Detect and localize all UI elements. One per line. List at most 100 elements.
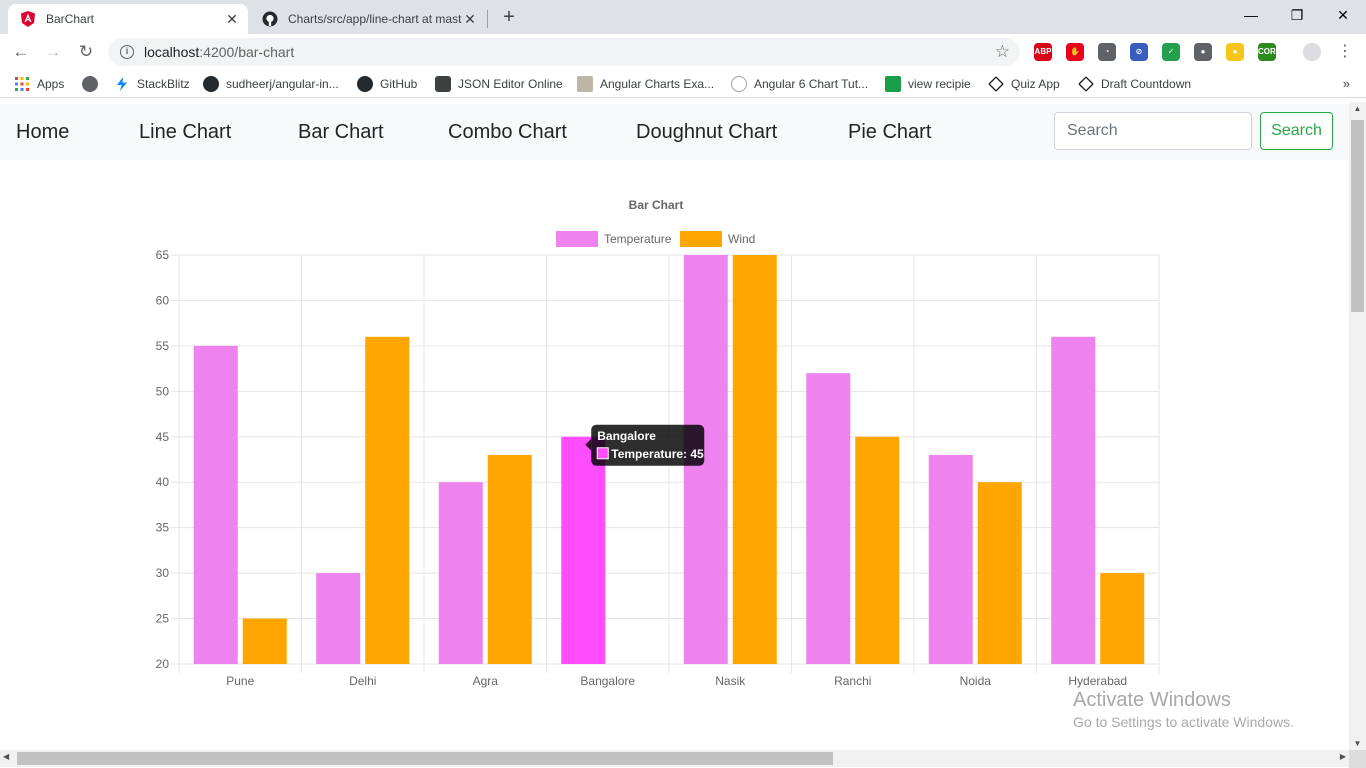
- y-tick-label: 45: [156, 430, 170, 444]
- json-editor-icon: [435, 76, 451, 92]
- tab-divider: [487, 10, 488, 28]
- bar-chart: Bar Chart Temperature Wind 20 25 30 35 40 45 50…: [156, 198, 1160, 688]
- close-window-button[interactable]: ✕: [1320, 0, 1366, 30]
- bookmark-globe[interactable]: [82, 76, 105, 92]
- url-host: localhost: [144, 44, 200, 60]
- activate-windows-subtitle: Go to Settings to activate Windows.: [1073, 714, 1294, 730]
- tab-close-icon[interactable]: ✕: [224, 11, 240, 27]
- y-tick-label: 30: [156, 566, 170, 580]
- x-tick-label: Nasik: [715, 674, 746, 688]
- y-tick-label: 40: [156, 475, 170, 489]
- chart-tooltip: Bangalore Temperature: 45: [585, 424, 705, 466]
- minimize-button[interactable]: —: [1228, 0, 1274, 30]
- bulb-dark-icon[interactable]: ●: [1194, 43, 1212, 61]
- info-icon[interactable]: i: [120, 45, 134, 59]
- bookmark-quiz-app[interactable]: Quiz App: [988, 76, 1060, 92]
- x-tick-label: Bangalore: [580, 674, 635, 688]
- bookmark-star-icon[interactable]: ☆: [995, 42, 1010, 62]
- angular-icon: [20, 11, 36, 27]
- bar-temperature-pune: [193, 345, 238, 664]
- bookmark-view-recipie[interactable]: view recipie: [885, 76, 971, 92]
- y-tick-label: 60: [156, 293, 170, 307]
- nav-doughnut-chart[interactable]: Doughnut Chart: [636, 121, 777, 144]
- bookmark-draft-countdown[interactable]: Draft Countdown: [1078, 76, 1191, 92]
- bookmark-github[interactable]: GitHub: [357, 76, 417, 92]
- search-button[interactable]: Search: [1260, 112, 1333, 150]
- page-icon: [577, 76, 593, 92]
- bookmarks-overflow-icon[interactable]: »: [1343, 76, 1350, 91]
- restore-button[interactable]: ❐: [1274, 0, 1320, 30]
- browser-toolbar: ← → ↻ i localhost:4200/bar-chart ☆ ABP ✋ ◔…: [0, 34, 1366, 70]
- tooltip-title: Bangalore: [597, 429, 656, 443]
- codepen-icon: [988, 76, 1004, 92]
- nav-pie-chart[interactable]: Pie Chart: [848, 121, 931, 144]
- tab-barchart[interactable]: BarChart ✕: [8, 4, 248, 34]
- globe-icon: [82, 76, 98, 92]
- x-tick-label: Hyderabad: [1068, 674, 1127, 688]
- vertical-scroll-thumb[interactable]: [1351, 120, 1364, 312]
- bookmarks-bar: Apps StackBlitz sudheerj/angular-in... G…: [0, 70, 1366, 98]
- scroll-up-arrow-icon[interactable]: ▲: [1349, 104, 1366, 113]
- jsbin-icon: [885, 76, 901, 92]
- new-tab-button[interactable]: +: [498, 6, 520, 28]
- address-bar[interactable]: i localhost:4200/bar-chart ☆: [108, 38, 1020, 66]
- bookmark-angular6-chart[interactable]: Angular 6 Chart Tut...: [731, 76, 868, 92]
- reload-icon[interactable]: ↻: [75, 41, 97, 63]
- nav-home[interactable]: Home: [16, 121, 69, 144]
- bar-wind-nasik: [732, 255, 777, 664]
- bookmark-stackblitz[interactable]: StackBlitz: [114, 76, 190, 92]
- cors-icon[interactable]: CORS: [1258, 43, 1281, 61]
- bulb-icon[interactable]: ●: [1226, 43, 1244, 61]
- bar-temperature-ranchi: [806, 373, 851, 664]
- tab-github-charts[interactable]: Charts/src/app/line-chart at mast ✕: [250, 4, 486, 34]
- tab-title: Charts/src/app/line-chart at mast: [288, 12, 462, 26]
- bar-wind-ranchi: [855, 436, 900, 664]
- nav-combo-chart[interactable]: Combo Chart: [448, 121, 567, 144]
- y-tick-label: 20: [156, 657, 170, 671]
- tab-title: BarChart: [46, 12, 95, 26]
- back-arrow-icon[interactable]: ←: [10, 41, 32, 63]
- horizontal-scroll-thumb[interactable]: [17, 752, 833, 765]
- abp-icon[interactable]: ABP: [1034, 43, 1052, 61]
- gauge-icon[interactable]: ◔: [1098, 43, 1116, 61]
- y-tick-label: 55: [156, 339, 170, 353]
- bookmark-apps[interactable]: Apps: [14, 76, 64, 92]
- vertical-scrollbar[interactable]: ▲ ▼: [1349, 102, 1366, 750]
- scroll-down-arrow-icon[interactable]: ▼: [1349, 739, 1366, 748]
- search-input[interactable]: [1054, 112, 1252, 150]
- tab-close-icon[interactable]: ✕: [462, 11, 478, 27]
- block-icon[interactable]: ⊘: [1130, 43, 1148, 61]
- chart-title: Bar Chart: [629, 198, 684, 212]
- bookmark-label: sudheerj/angular-in...: [226, 77, 339, 91]
- horizontal-scrollbar[interactable]: ◀ ▶: [0, 750, 1349, 767]
- scroll-left-arrow-icon[interactable]: ◀: [3, 752, 9, 761]
- bar-temperature-hyderabad: [1051, 336, 1096, 664]
- stackblitz-icon: [114, 76, 130, 92]
- codepen-icon: [1078, 76, 1094, 92]
- profile-avatar-icon[interactable]: [1303, 43, 1321, 61]
- bookmark-json-editor[interactable]: JSON Editor Online: [435, 76, 563, 92]
- github-icon: [262, 11, 278, 27]
- bar-wind-delhi: [365, 336, 410, 664]
- x-tick-label: Delhi: [349, 674, 376, 688]
- bar-wind-noida: [977, 482, 1022, 664]
- bookmark-label: StackBlitz: [137, 77, 190, 91]
- bookmark-sudheerj[interactable]: sudheerj/angular-in...: [203, 76, 339, 92]
- forward-arrow-icon[interactable]: →: [42, 41, 64, 63]
- menu-kebab-icon[interactable]: ⋮: [1334, 41, 1356, 63]
- stop-icon[interactable]: ✋: [1066, 43, 1084, 61]
- url-path: :4200/bar-chart: [199, 44, 295, 60]
- bar-temperature-bangalore: [561, 436, 606, 664]
- nav-bar-chart[interactable]: Bar Chart: [298, 121, 384, 144]
- bookmark-label: Angular Charts Exa...: [600, 77, 715, 91]
- shield-icon[interactable]: ✓: [1162, 43, 1180, 61]
- scroll-right-arrow-icon[interactable]: ▶: [1340, 752, 1346, 761]
- nav-line-chart[interactable]: Line Chart: [139, 121, 231, 144]
- bookmark-label: JSON Editor Online: [458, 77, 563, 91]
- bookmark-label: Draft Countdown: [1101, 77, 1192, 91]
- bookmark-angular-charts[interactable]: Angular Charts Exa...: [577, 76, 714, 92]
- link-icon: [731, 76, 747, 92]
- github-icon: [357, 76, 373, 92]
- tooltip-swatch: [596, 447, 609, 460]
- bar-wind-pune: [242, 618, 287, 664]
